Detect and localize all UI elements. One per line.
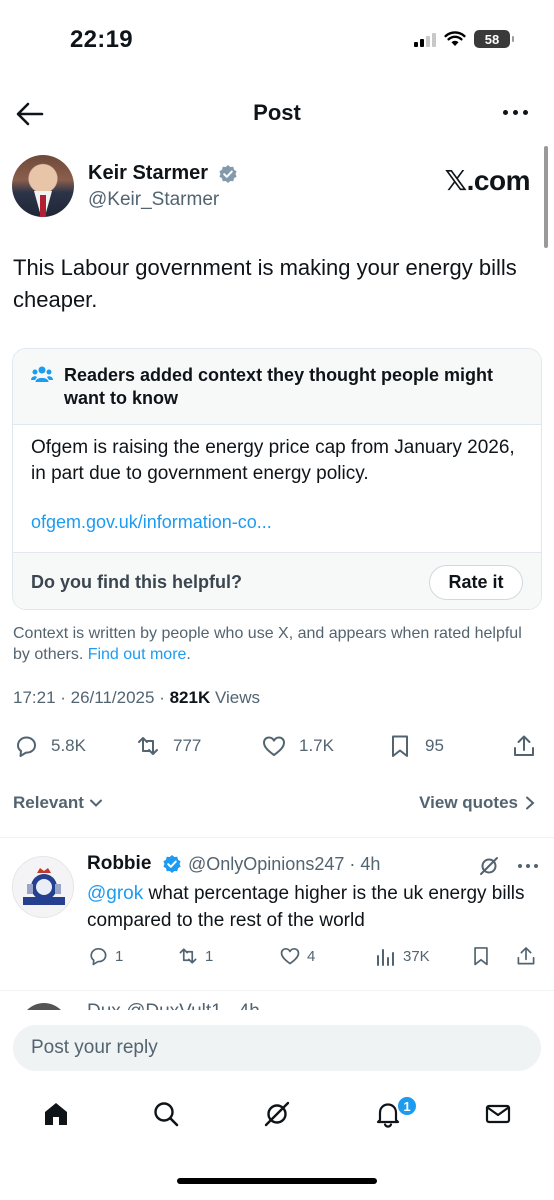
bookmark-icon [392, 735, 408, 757]
reply-avatar[interactable] [12, 856, 74, 918]
views-chart-icon [377, 949, 394, 966]
status-time: 22:19 [70, 26, 133, 53]
reply-icon [90, 947, 107, 966]
reply-like-action[interactable]: 4 [279, 945, 315, 967]
verified-badge-icon [163, 855, 181, 873]
reply-author-handle[interactable]: @OnlyOpinions247 · 4h [188, 854, 380, 875]
x-watermark: 𝕏.com [444, 165, 531, 196]
reply-count: 5.8K [51, 736, 86, 755]
view-quotes-label: View quotes [419, 793, 518, 812]
scrollbar[interactable] [544, 146, 548, 248]
reply-repost-count: 1 [205, 947, 214, 965]
views-count: 821K [169, 688, 211, 707]
more-options-icon[interactable] [503, 110, 528, 115]
reply-author-name[interactable]: Robbie [87, 853, 151, 875]
context-disclaimer-end: . [186, 646, 191, 663]
heart-icon [280, 947, 300, 965]
reply-mention[interactable]: @grok [87, 883, 143, 904]
wifi-icon [444, 31, 466, 46]
reply-text: @grok what percentage higher is the uk e… [87, 880, 537, 934]
tab-search[interactable] [146, 1094, 186, 1134]
status-icons: 58 [414, 30, 514, 48]
people-icon [31, 366, 53, 382]
crest-icon [23, 868, 65, 905]
tab-home[interactable] [36, 1094, 76, 1134]
reply-icon [17, 736, 36, 757]
community-note-link[interactable]: ofgem.gov.uk/information-co... [31, 512, 272, 533]
author-name[interactable]: Keir Starmer [88, 162, 208, 185]
reply-share-action[interactable] [515, 945, 537, 967]
community-note-body: Ofgem is raising the energy price cap fr… [31, 437, 515, 484]
mail-icon [485, 1104, 511, 1124]
reply-bookmark-action[interactable] [470, 945, 492, 967]
relevant-label: Relevant [13, 793, 84, 812]
find-out-more-link[interactable]: Find out more [88, 646, 187, 663]
next-reply-peek: Dux @DuxVult1 · 4h [0, 990, 554, 1010]
repost-icon [138, 737, 158, 755]
repost-icon [179, 948, 197, 964]
grok-icon [264, 1101, 290, 1127]
repost-action[interactable]: 777 [135, 733, 201, 759]
bottom-tab-bar [0, 1094, 554, 1142]
next-reply-avatar [20, 1003, 68, 1010]
reply-actions: 1 1 4 37K [87, 945, 542, 969]
share-icon [514, 735, 534, 756]
bookmark-icon [474, 947, 488, 966]
next-reply-text: Dux @DuxVult1 · 4h [87, 1001, 260, 1010]
tab-grok[interactable] [257, 1094, 297, 1134]
views-label: Views [210, 688, 260, 707]
home-icon [45, 1103, 67, 1125]
reply-more-icon[interactable] [518, 864, 538, 868]
repost-count: 777 [173, 736, 202, 755]
reply-input[interactable]: Post your reply [13, 1025, 541, 1071]
heart-icon [263, 736, 285, 756]
reply-action[interactable]: 5.8K [13, 733, 86, 759]
view-quotes-link[interactable]: View quotes [419, 793, 536, 813]
community-note-title: Readers added context they thought peopl… [64, 365, 494, 408]
grok-icon[interactable] [478, 855, 500, 877]
community-note-card: Readers added context they thought peopl… [12, 348, 542, 610]
reply-reply-count: 1 [115, 947, 124, 965]
reply-views-count: 37K [403, 947, 430, 965]
relevant-dropdown[interactable]: Relevant [13, 793, 104, 813]
bookmark-count: 95 [425, 736, 444, 755]
reply-placeholder: Post your reply [31, 1037, 158, 1058]
post-text: This Labour government is making your en… [13, 255, 517, 312]
verified-badge-icon [219, 165, 237, 183]
like-count: 1.7K [299, 736, 334, 755]
battery-icon: 58 [474, 30, 514, 48]
post-timestamp: 17:21 · 26/11/2025 · [13, 688, 170, 707]
replies-sort-row: Relevant View quotes [0, 788, 554, 838]
bookmark-action[interactable]: 95 [387, 733, 444, 759]
home-indicator[interactable] [177, 1178, 377, 1184]
author-avatar[interactable] [12, 155, 74, 217]
search-icon [154, 1102, 179, 1127]
post-actions: 5.8K 777 1.7K 95 [13, 733, 541, 761]
context-disclaimer: Context is written by people who use X, … [13, 623, 533, 665]
share-action[interactable] [511, 733, 537, 759]
page-title: Post [253, 100, 301, 125]
reply-views-action[interactable]: 37K [375, 945, 430, 967]
notifications-badge: 1 [396, 1095, 418, 1117]
reply-repost-action[interactable]: 1 [177, 945, 213, 967]
like-action[interactable]: 1.7K [261, 733, 334, 759]
reply-body: what percentage higher is the uk energy … [87, 883, 525, 931]
reply-like-count: 4 [307, 947, 316, 965]
post-meta: 17:21 · 26/11/2025 · 821K Views [13, 688, 260, 708]
reply-reply-action[interactable]: 1 [87, 945, 123, 967]
share-icon [517, 947, 535, 965]
chevron-down-icon [89, 799, 102, 807]
chevron-right-icon [526, 796, 535, 810]
helpful-question: Do you find this helpful? [31, 572, 242, 592]
author-handle[interactable]: @Keir_Starmer [88, 189, 219, 211]
signal-icon [414, 31, 436, 47]
rate-it-button[interactable]: Rate it [429, 565, 523, 600]
tab-messages[interactable] [478, 1094, 518, 1134]
